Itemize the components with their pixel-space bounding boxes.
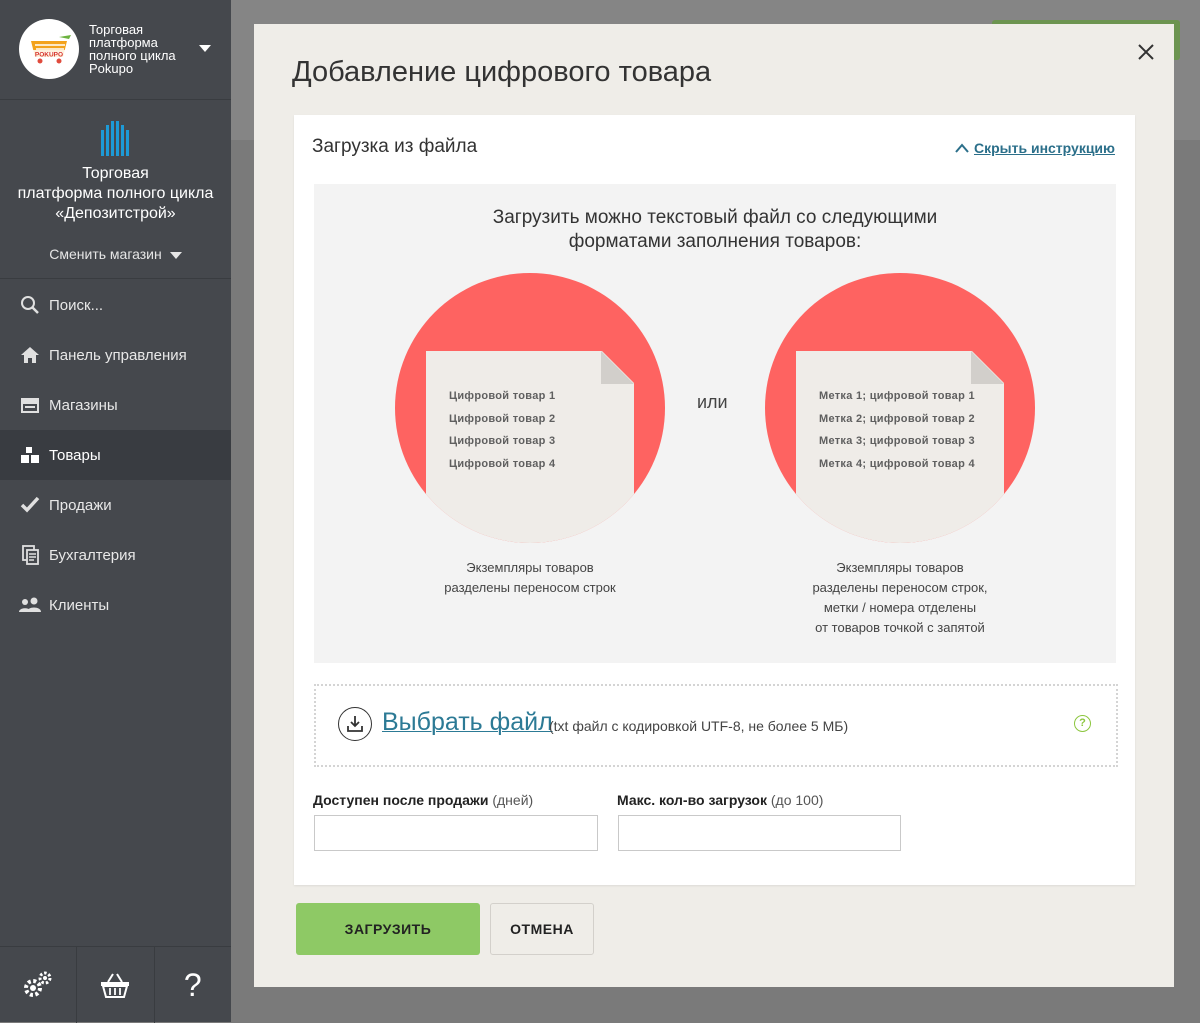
field-label-hint: (до 100): [770, 792, 824, 808]
sheet-line: Цифровой товар 4: [449, 457, 556, 470]
sidebar: POKUPO Торговая платформа полного цикла …: [0, 0, 231, 1023]
sheet-line: Цифровой товар 3: [449, 435, 556, 447]
close-button[interactable]: [1136, 42, 1156, 62]
sidebar-item-label: Товары: [49, 446, 101, 464]
switch-store-button[interactable]: Сменить магазин: [0, 246, 231, 262]
add-digital-product-modal: Добавление цифрового товара Загрузка из …: [254, 24, 1174, 987]
sidebar-item-label: Клиенты: [49, 596, 110, 614]
download-icon: [338, 707, 372, 741]
company-name-line: «Депозитстрой»: [55, 205, 176, 222]
company-name: Торговая платформа полного цикла «Депози…: [0, 164, 231, 224]
file-dropzone[interactable]: Выбрать файл (txt файл с кодировкой UTF-…: [314, 684, 1118, 767]
max-downloads-label: Макс. кол-во загрузок (до 100): [617, 792, 823, 808]
caption-line: Экземпляры товаров: [466, 560, 594, 575]
format-example-labeled: Метка 1; цифровой товар 1 Метка 2; цифро…: [765, 273, 1035, 543]
pokupo-logo: POKUPO: [19, 19, 79, 79]
sidebar-item-search[interactable]: Поиск...: [0, 280, 231, 330]
cancel-button[interactable]: ОТМЕНА: [490, 903, 594, 955]
page-fold: [601, 351, 634, 384]
check-icon: [19, 495, 41, 515]
modal-title: Добавление цифрового товара: [292, 56, 712, 88]
format-example-simple: Цифровой товар 1 Цифровой товар 2 Цифров…: [395, 273, 665, 543]
boxes-icon: [19, 445, 41, 465]
hide-instruction-label: Скрыть инструкцию: [973, 140, 1115, 156]
switch-store-label: Сменить магазин: [49, 246, 162, 262]
available-after-sale-label: Доступен после продажи (дней): [313, 792, 533, 808]
sheet-line: Метка 4; цифровой товар 4: [819, 457, 975, 470]
svg-text:POKUPO: POKUPO: [35, 52, 63, 59]
instruction-heading-line: Загрузить можно текстовый файл со следую…: [492, 207, 938, 228]
close-icon: [1138, 44, 1154, 60]
search-icon: [19, 295, 41, 315]
sidebar-item-accounting[interactable]: Бухгалтерия: [0, 530, 231, 580]
upload-card: Загрузка из файла Скрыть инструкцию Загр…: [294, 115, 1135, 885]
company-name-line: Торговая: [82, 165, 149, 182]
home-icon: [19, 345, 41, 365]
sidebar-item-label: Продажи: [49, 496, 112, 514]
sheet-lines: Метка 1; цифровой товар 1 Метка 2; цифро…: [819, 385, 975, 475]
sidebar-item-label: Панель управления: [49, 346, 187, 364]
page-fold: [971, 351, 1004, 384]
sidebar-item-dashboard[interactable]: Панель управления: [0, 330, 231, 380]
store-name: Торговая платформа полного цикла Pokupo: [89, 22, 176, 76]
instruction-heading-line: форматами заполнения товаров:: [568, 231, 862, 252]
right-caption: Экземпляры товаров разделены переносом с…: [770, 558, 1030, 638]
question-icon: ?: [183, 966, 202, 1003]
instruction-panel: Загрузить можно текстовый файл со следую…: [314, 184, 1116, 663]
chevron-up-icon: [955, 143, 969, 153]
users-icon: [19, 595, 41, 615]
caption-line: метки / номера отделены: [823, 600, 977, 615]
caption-line: от товаров точкой с запятой: [815, 620, 985, 635]
choose-file-link[interactable]: Выбрать файл: [382, 708, 553, 737]
sidebar-item-label: Поиск...: [49, 296, 104, 314]
sheet-line: Метка 3; цифровой товар 3: [819, 435, 975, 447]
settings-button[interactable]: [0, 947, 78, 1023]
store-selector[interactable]: POKUPO Торговая платформа полного цикла …: [0, 0, 231, 100]
sheet-lines: Цифровой товар 1 Цифровой товар 2 Цифров…: [449, 385, 555, 475]
chevron-down-icon: [169, 251, 182, 259]
or-separator: или: [697, 392, 728, 412]
sheet-line: Цифровой товар 2: [449, 412, 556, 425]
sidebar-item-clients[interactable]: Клиенты: [0, 580, 231, 630]
max-downloads-input[interactable]: [618, 815, 901, 851]
company-block: Торговая платформа полного цикла «Депози…: [0, 100, 231, 279]
chevron-down-icon: [199, 45, 211, 52]
sidebar-item-stores[interactable]: Магазины: [0, 380, 231, 430]
document-sheet: Метка 1; цифровой товар 1 Метка 2; цифро…: [796, 351, 1004, 543]
caption-line: разделены переносом строк: [444, 580, 616, 595]
company-logo-icon: [101, 121, 129, 156]
document-sheet: Цифровой товар 1 Цифровой товар 2 Цифров…: [426, 351, 634, 543]
hide-instruction-link[interactable]: Скрыть инструкцию: [955, 140, 1115, 156]
help-button[interactable]: ?: [155, 947, 231, 1023]
card-title: Загрузка из файла: [312, 136, 478, 157]
sidebar-nav: Поиск... Панель управления Магазины Това…: [0, 280, 231, 630]
sidebar-item-label: Бухгалтерия: [49, 546, 136, 564]
sheet-line: Метка 2; цифровой товар 2: [819, 412, 975, 425]
caption-line: Экземпляры товаров: [836, 560, 964, 575]
sidebar-item-label: Магазины: [49, 396, 118, 414]
sidebar-item-products[interactable]: Товары: [0, 430, 231, 480]
sidebar-item-sales[interactable]: Продажи: [0, 480, 231, 530]
file-hint: (txt файл с кодировкой UTF-8, не более 5…: [549, 718, 849, 734]
field-label-hint: (дней): [492, 792, 534, 808]
help-icon[interactable]: ?: [1074, 715, 1091, 732]
field-label-text: Макс. кол-во загрузок: [617, 792, 767, 808]
available-after-sale-input[interactable]: [314, 815, 598, 851]
upload-button[interactable]: ЗАГРУЗИТЬ: [296, 903, 480, 955]
basket-icon: [101, 973, 130, 998]
caption-line: разделены переносом строк,: [812, 580, 988, 595]
store-icon: [19, 395, 41, 415]
cart-button[interactable]: [77, 947, 155, 1023]
sheet-line: Цифровой товар 1: [449, 390, 556, 402]
instruction-heading: Загрузить можно текстовый файл со следую…: [314, 206, 1116, 254]
sidebar-bottom-bar: ?: [0, 946, 231, 1023]
company-name-line: платформа полного цикла: [17, 185, 214, 202]
left-caption: Экземпляры товаров разделены переносом с…: [410, 558, 650, 598]
documents-icon: [19, 545, 41, 565]
gears-icon: [24, 971, 52, 997]
sheet-line: Метка 1; цифровой товар 1: [819, 390, 975, 402]
field-label-text: Доступен после продажи: [313, 792, 489, 808]
